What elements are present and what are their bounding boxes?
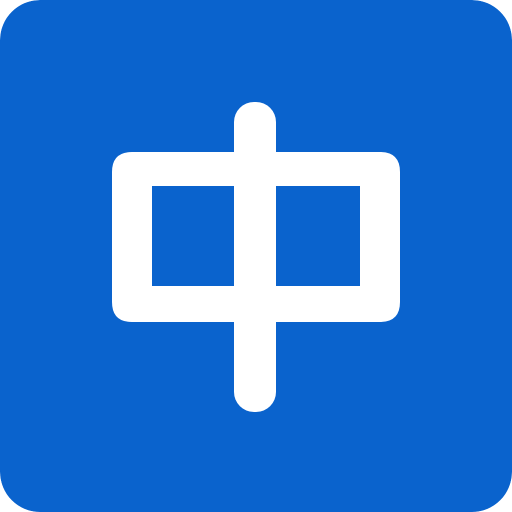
glyph-stem [234,102,276,412]
glyph-wrap: 中 [0,0,512,512]
chinese-character-zhong-icon [0,0,512,512]
app-icon-tile[interactable]: 中 [0,0,512,512]
canvas: 中 [0,0,512,512]
